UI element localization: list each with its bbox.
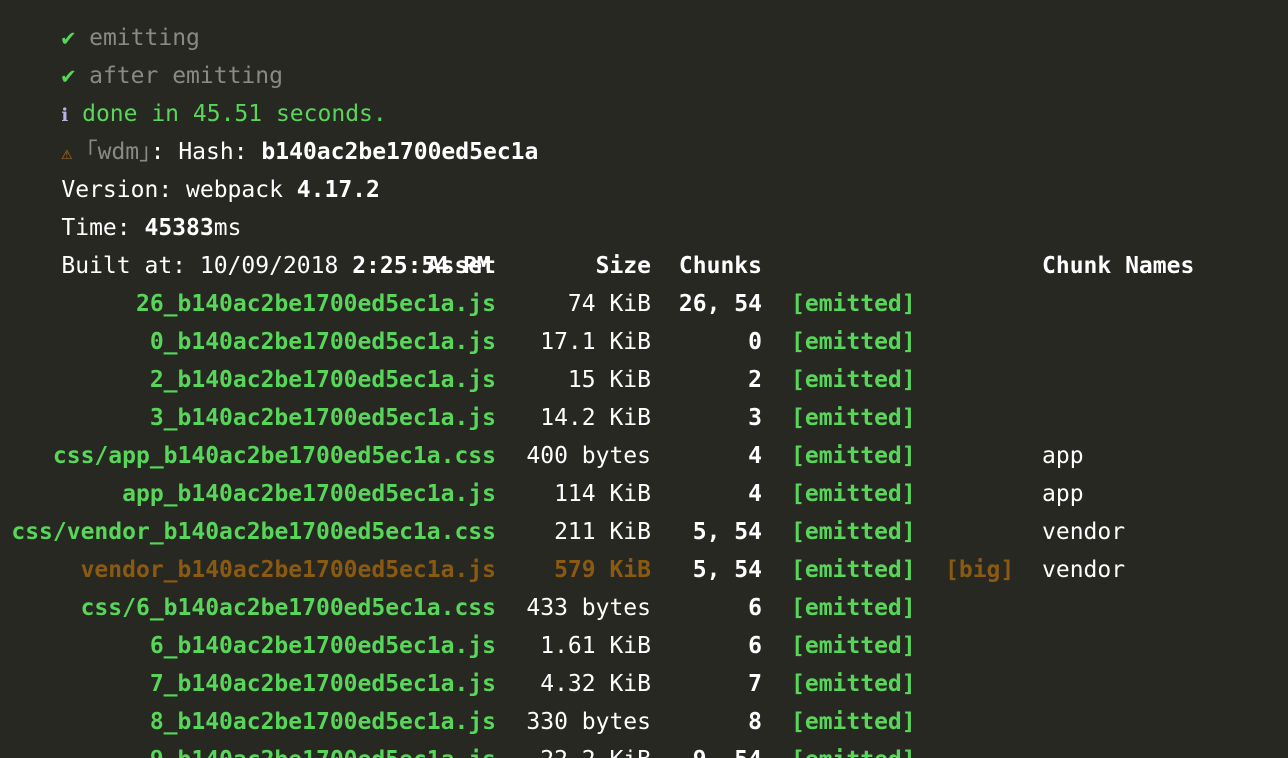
header-size: Size (595, 253, 651, 279)
asset-name: css/app_b140ac2be1700ed5ec1a.css (52, 443, 496, 469)
asset-size: 74 KiB (567, 291, 651, 317)
asset-name: 6_b140ac2be1700ed5ec1a.js (149, 633, 496, 659)
chunk-name: app (1042, 481, 1084, 507)
log-line-built-at: Built at: 10/09/2018 2:25:54 PM (6, 209, 490, 279)
asset-chunks: 8 (748, 709, 762, 735)
asset-chunks: 2 (748, 367, 762, 393)
built-at-label: Built at: 10/09/2018 (61, 253, 353, 279)
asset-name: 26_b140ac2be1700ed5ec1a.js (135, 291, 496, 317)
asset-name: css/6_b140ac2be1700ed5ec1a.css (80, 595, 496, 621)
asset-chunks: 9, 54 (693, 741, 762, 758)
asset-size: 211 KiB (554, 519, 651, 545)
emitted-status: [emitted] (791, 557, 916, 583)
asset-chunks: 4 (748, 481, 762, 507)
asset-chunks: 26, 54 (678, 291, 762, 317)
header-chunks: Chunks (678, 253, 762, 279)
asset-size: 22.2 KiB (540, 741, 651, 758)
emitted-status: [emitted] (791, 443, 916, 469)
asset-name: css/vendor_b140ac2be1700ed5ec1a.css (11, 519, 496, 545)
asset-size: 15 KiB (567, 367, 651, 393)
asset-name: 0_b140ac2be1700ed5ec1a.js (149, 329, 496, 355)
log-line-version: Version: webpack 4.17.2 (6, 133, 380, 203)
asset-name: 2_b140ac2be1700ed5ec1a.js (149, 367, 496, 393)
asset-chunks: 5, 54 (692, 519, 762, 545)
asset-size: 330 bytes (526, 709, 651, 735)
asset-size: 4.32 KiB (540, 671, 651, 697)
asset-name: 7_b140ac2be1700ed5ec1a.js (149, 671, 496, 697)
asset-name: vendor_b140ac2be1700ed5ec1a.js (80, 557, 496, 583)
emitted-status: [emitted] (791, 633, 916, 659)
emitted-status: [emitted] (791, 671, 916, 697)
asset-size: 1.61 KiB (540, 633, 651, 659)
terminal-window: ✔ emitting ✔ after emitting ℹ done in 45… (0, 0, 1288, 758)
asset-name: app_b140ac2be1700ed5ec1a.js (122, 481, 496, 507)
asset-name: 9_b140ac2be1700ed5ec1a.js (150, 741, 496, 758)
emitted-status: [emitted] (791, 481, 916, 507)
asset-chunks: 6 (748, 633, 762, 659)
chunk-name: app (1042, 443, 1084, 469)
asset-chunks: 6 (748, 595, 762, 621)
asset-size: 114 KiB (554, 481, 651, 507)
asset-size: 579 KiB (554, 557, 651, 583)
emitted-status: [emitted] (791, 709, 916, 735)
emitted-status: [emitted] (791, 405, 916, 431)
emitted-status: [emitted] (791, 367, 916, 393)
asset-size: 400 bytes (526, 443, 651, 469)
emitted-status: [emitted] (791, 329, 916, 355)
log-line-done: ℹ done in 45.51 seconds. (6, 57, 386, 127)
asset-chunks: 3 (748, 405, 762, 431)
log-line-hash: ⚠ ｢wdm｣: Hash: b140ac2be1700ed5ec1a (6, 95, 538, 165)
log-line-after-emitting: ✔ after emitting (6, 19, 283, 89)
log-line-time: Time: 45383ms (6, 171, 241, 241)
header-asset: Asset (426, 253, 496, 279)
asset-name: 3_b140ac2be1700ed5ec1a.js (149, 405, 496, 431)
emitted-status: [emitted] (791, 519, 916, 545)
big-badge: [big] (945, 557, 1015, 583)
emitted-status: [emitted] (791, 291, 916, 317)
log-line-emitting: ✔ emitting (6, 0, 200, 51)
version-value: 4.17.2 (296, 177, 380, 203)
asset-size: 14.2 KiB (540, 405, 651, 431)
emitted-status: [emitted] (791, 741, 916, 758)
emitted-status: [emitted] (791, 595, 916, 621)
chunk-name: vendor (1042, 557, 1126, 583)
asset-size: 433 bytes (526, 595, 651, 621)
asset-name: 8_b140ac2be1700ed5ec1a.js (149, 709, 496, 735)
asset-chunks: 0 (748, 329, 762, 355)
header-chunk-names: Chunk Names (1042, 253, 1195, 279)
asset-chunks: 7 (748, 671, 762, 697)
chunk-name: vendor (1042, 519, 1126, 545)
asset-chunks: 4 (748, 443, 762, 469)
asset-chunks: 5, 54 (692, 557, 762, 583)
asset-size: 17.1 KiB (540, 329, 651, 355)
